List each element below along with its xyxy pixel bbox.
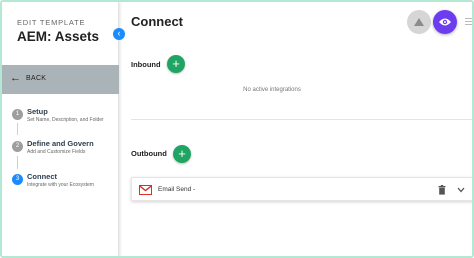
section-divider [131, 119, 472, 120]
step-number-badge: 1 [12, 109, 23, 120]
integration-label: Email Send - [158, 186, 196, 193]
sidebar-eyebrow: EDIT TEMPLATE [17, 18, 86, 27]
step-title: Define and Govern [27, 139, 94, 148]
eye-icon [439, 18, 451, 26]
step-description: Set Name, Description, and Folder [27, 117, 104, 123]
page-title: Connect [131, 14, 183, 29]
app-frame: EDIT TEMPLATE AEM: Assets ← BACK 1 Setup… [0, 0, 474, 258]
inbound-empty-message: No active integrations [243, 87, 301, 93]
main-content: Connect Inbound + No active integrations… [120, 2, 472, 256]
outbound-label: Outbound [131, 149, 167, 158]
warning-button[interactable] [407, 10, 431, 34]
step-title: Connect [27, 172, 57, 181]
warning-icon [414, 18, 424, 26]
step-number-badge: 2 [12, 141, 23, 152]
step-title: Setup [27, 107, 48, 116]
integration-row[interactable]: Email Send - [131, 177, 472, 201]
trash-icon[interactable] [438, 185, 446, 195]
back-label: BACK [26, 75, 47, 82]
plus-icon: + [178, 146, 186, 161]
step-connector [17, 123, 18, 135]
chevron-left-icon: ‹ [117, 28, 121, 38]
back-button[interactable]: ← BACK [2, 65, 119, 94]
gmail-icon [139, 185, 152, 195]
step-description: Add and Customize Fields [27, 149, 86, 155]
plus-icon: + [172, 56, 180, 71]
arrow-left-icon: ← [10, 72, 21, 84]
menu-icon[interactable] [465, 18, 472, 27]
add-inbound-button[interactable]: + [167, 55, 185, 73]
preview-button[interactable] [433, 10, 457, 34]
chevron-down-icon[interactable] [457, 187, 465, 193]
step-number-badge: 3 [12, 174, 23, 185]
step-connector [17, 156, 18, 169]
inbound-label: Inbound [131, 60, 161, 69]
add-outbound-button[interactable]: + [173, 145, 191, 163]
collapse-sidebar-button[interactable]: ‹ [113, 28, 125, 40]
template-title: AEM: Assets [17, 29, 100, 44]
step-description: Integrate with your Ecosystem [27, 182, 94, 188]
sidebar: EDIT TEMPLATE AEM: Assets ← BACK 1 Setup… [2, 2, 119, 256]
